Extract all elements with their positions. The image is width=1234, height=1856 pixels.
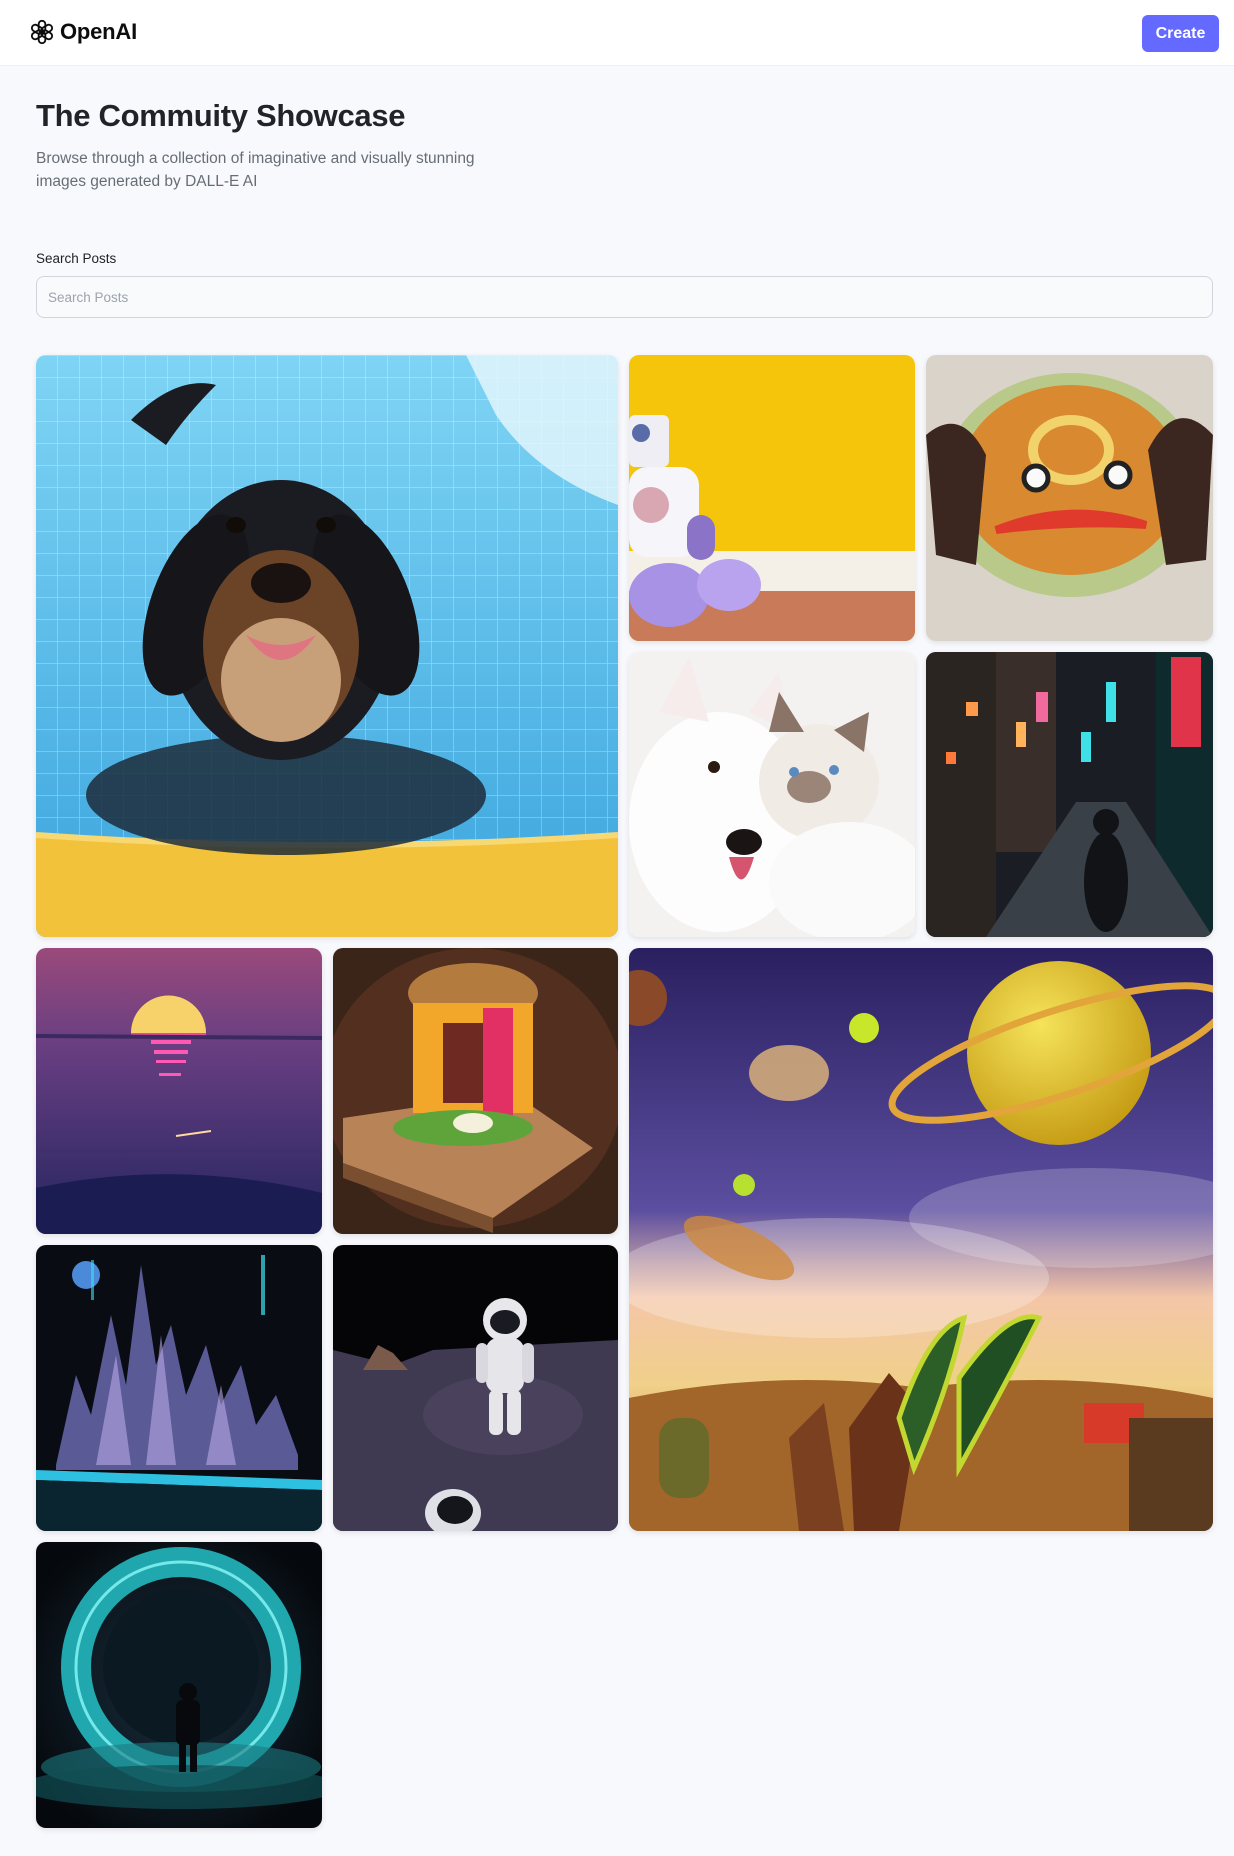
page-subtitle: Browse through a collection of imaginati… (36, 150, 475, 190)
search-label: Search Posts (36, 251, 117, 266)
post-card-neon-street[interactable] (926, 652, 1213, 937)
post-image (629, 355, 915, 641)
home-logo-link[interactable]: OpenAI (28, 18, 137, 46)
post-image (333, 1245, 618, 1531)
post-image (36, 1542, 322, 1828)
post-card-space-fantasy[interactable] (629, 948, 1213, 1531)
post-image (926, 355, 1213, 641)
post-card-soup-face[interactable] (926, 355, 1213, 641)
post-card-burger-box[interactable] (333, 948, 618, 1234)
post-image (36, 948, 322, 1234)
create-button[interactable]: Create (1142, 15, 1219, 52)
post-card-dog-pool[interactable] (36, 355, 618, 937)
post-card-dog-cat[interactable] (629, 652, 915, 937)
post-image (926, 652, 1213, 937)
post-image (36, 355, 618, 937)
openai-logo-icon (30, 19, 54, 45)
post-card-synth-sunset[interactable] (36, 948, 322, 1234)
post-card-portal-man[interactable] (36, 1542, 322, 1828)
search-input[interactable] (36, 276, 1213, 318)
post-card-robot-plush[interactable] (629, 355, 915, 641)
post-image (333, 948, 618, 1234)
post-card-astronaut-moon[interactable] (333, 1245, 618, 1531)
post-image (629, 652, 915, 937)
page-title: The Commuity Showcase (36, 98, 406, 133)
post-image (629, 948, 1213, 1531)
brand-name: OpenAI (60, 19, 138, 44)
post-card-crystal-city[interactable] (36, 1245, 322, 1531)
top-header: OpenAI Create (0, 0, 1234, 66)
post-image (36, 1245, 322, 1531)
